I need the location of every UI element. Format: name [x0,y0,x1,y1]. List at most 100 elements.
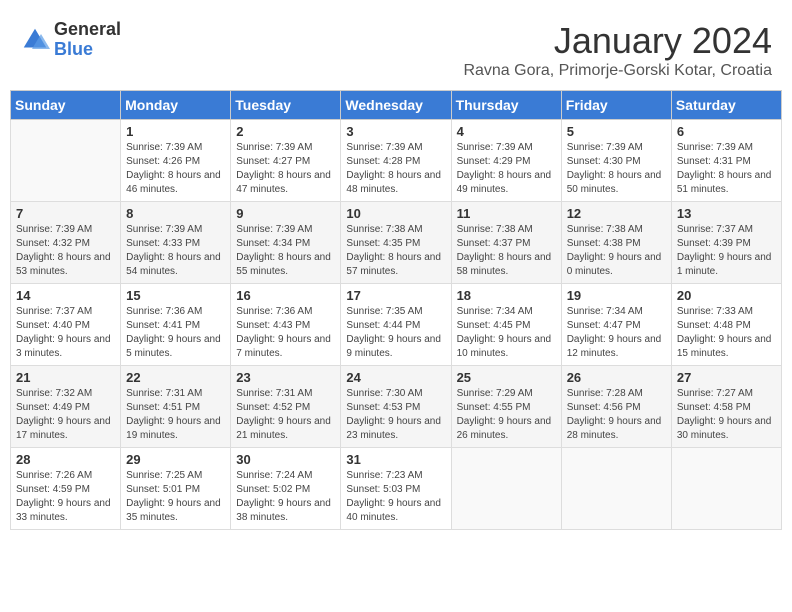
day-number: 28 [16,452,115,467]
weekday-header: Tuesday [231,91,341,120]
day-number: 24 [346,370,445,385]
calendar-cell [11,120,121,202]
day-info: Sunrise: 7:35 AMSunset: 4:44 PMDaylight:… [346,305,445,361]
calendar-cell: 12 Sunrise: 7:38 AMSunset: 4:38 PMDaylig… [561,202,671,284]
calendar-week-row: 28 Sunrise: 7:26 AMSunset: 4:59 PMDaylig… [11,448,782,530]
weekday-header: Monday [121,91,231,120]
calendar-cell: 2 Sunrise: 7:39 AMSunset: 4:27 PMDayligh… [231,120,341,202]
calendar-cell: 20 Sunrise: 7:33 AMSunset: 4:48 PMDaylig… [671,284,781,366]
day-info: Sunrise: 7:32 AMSunset: 4:49 PMDaylight:… [16,387,115,443]
day-info: Sunrise: 7:39 AMSunset: 4:33 PMDaylight:… [126,223,225,279]
calendar-cell: 27 Sunrise: 7:27 AMSunset: 4:58 PMDaylig… [671,366,781,448]
day-info: Sunrise: 7:38 AMSunset: 4:35 PMDaylight:… [346,223,445,279]
day-info: Sunrise: 7:27 AMSunset: 4:58 PMDaylight:… [677,387,776,443]
calendar-cell: 10 Sunrise: 7:38 AMSunset: 4:35 PMDaylig… [341,202,451,284]
location-title: Ravna Gora, Primorje-Gorski Kotar, Croat… [463,62,772,80]
day-info: Sunrise: 7:39 AMSunset: 4:26 PMDaylight:… [126,141,225,197]
day-info: Sunrise: 7:24 AMSunset: 5:02 PMDaylight:… [236,469,335,525]
calendar-cell: 1 Sunrise: 7:39 AMSunset: 4:26 PMDayligh… [121,120,231,202]
day-number: 23 [236,370,335,385]
day-number: 22 [126,370,225,385]
day-number: 20 [677,288,776,303]
weekday-header: Friday [561,91,671,120]
day-number: 1 [126,124,225,139]
calendar-cell [671,448,781,530]
logo-blue-text: Blue [54,40,121,60]
day-info: Sunrise: 7:36 AMSunset: 4:41 PMDaylight:… [126,305,225,361]
day-number: 18 [457,288,556,303]
day-number: 2 [236,124,335,139]
day-number: 30 [236,452,335,467]
calendar-week-row: 14 Sunrise: 7:37 AMSunset: 4:40 PMDaylig… [11,284,782,366]
calendar-cell: 3 Sunrise: 7:39 AMSunset: 4:28 PMDayligh… [341,120,451,202]
day-info: Sunrise: 7:39 AMSunset: 4:32 PMDaylight:… [16,223,115,279]
day-info: Sunrise: 7:25 AMSunset: 5:01 PMDaylight:… [126,469,225,525]
day-number: 10 [346,206,445,221]
calendar-cell: 21 Sunrise: 7:32 AMSunset: 4:49 PMDaylig… [11,366,121,448]
day-number: 25 [457,370,556,385]
calendar-cell: 15 Sunrise: 7:36 AMSunset: 4:41 PMDaylig… [121,284,231,366]
calendar-table: SundayMondayTuesdayWednesdayThursdayFrid… [10,90,782,530]
day-info: Sunrise: 7:36 AMSunset: 4:43 PMDaylight:… [236,305,335,361]
calendar-cell: 28 Sunrise: 7:26 AMSunset: 4:59 PMDaylig… [11,448,121,530]
day-number: 9 [236,206,335,221]
calendar-week-row: 1 Sunrise: 7:39 AMSunset: 4:26 PMDayligh… [11,120,782,202]
weekday-header: Wednesday [341,91,451,120]
day-info: Sunrise: 7:38 AMSunset: 4:37 PMDaylight:… [457,223,556,279]
calendar-cell: 19 Sunrise: 7:34 AMSunset: 4:47 PMDaylig… [561,284,671,366]
day-number: 12 [567,206,666,221]
calendar-cell: 26 Sunrise: 7:28 AMSunset: 4:56 PMDaylig… [561,366,671,448]
day-info: Sunrise: 7:37 AMSunset: 4:40 PMDaylight:… [16,305,115,361]
day-number: 3 [346,124,445,139]
calendar-week-row: 7 Sunrise: 7:39 AMSunset: 4:32 PMDayligh… [11,202,782,284]
calendar-cell: 16 Sunrise: 7:36 AMSunset: 4:43 PMDaylig… [231,284,341,366]
weekday-header: Sunday [11,91,121,120]
day-info: Sunrise: 7:34 AMSunset: 4:47 PMDaylight:… [567,305,666,361]
day-info: Sunrise: 7:34 AMSunset: 4:45 PMDaylight:… [457,305,556,361]
day-number: 17 [346,288,445,303]
day-number: 27 [677,370,776,385]
calendar-cell: 6 Sunrise: 7:39 AMSunset: 4:31 PMDayligh… [671,120,781,202]
calendar-cell: 30 Sunrise: 7:24 AMSunset: 5:02 PMDaylig… [231,448,341,530]
day-info: Sunrise: 7:38 AMSunset: 4:38 PMDaylight:… [567,223,666,279]
calendar-cell: 22 Sunrise: 7:31 AMSunset: 4:51 PMDaylig… [121,366,231,448]
day-info: Sunrise: 7:39 AMSunset: 4:27 PMDaylight:… [236,141,335,197]
calendar-cell [451,448,561,530]
day-info: Sunrise: 7:39 AMSunset: 4:29 PMDaylight:… [457,141,556,197]
day-number: 19 [567,288,666,303]
calendar-header-row: SundayMondayTuesdayWednesdayThursdayFrid… [11,91,782,120]
day-info: Sunrise: 7:39 AMSunset: 4:31 PMDaylight:… [677,141,776,197]
day-info: Sunrise: 7:31 AMSunset: 4:51 PMDaylight:… [126,387,225,443]
weekday-header: Thursday [451,91,561,120]
day-info: Sunrise: 7:28 AMSunset: 4:56 PMDaylight:… [567,387,666,443]
day-info: Sunrise: 7:30 AMSunset: 4:53 PMDaylight:… [346,387,445,443]
calendar-cell: 23 Sunrise: 7:31 AMSunset: 4:52 PMDaylig… [231,366,341,448]
logo-general-text: General [54,20,121,40]
day-info: Sunrise: 7:39 AMSunset: 4:28 PMDaylight:… [346,141,445,197]
day-info: Sunrise: 7:37 AMSunset: 4:39 PMDaylight:… [677,223,776,279]
logo: General Blue [20,20,121,60]
calendar-cell: 13 Sunrise: 7:37 AMSunset: 4:39 PMDaylig… [671,202,781,284]
calendar-cell: 17 Sunrise: 7:35 AMSunset: 4:44 PMDaylig… [341,284,451,366]
calendar-cell: 8 Sunrise: 7:39 AMSunset: 4:33 PMDayligh… [121,202,231,284]
day-info: Sunrise: 7:29 AMSunset: 4:55 PMDaylight:… [457,387,556,443]
calendar-cell: 24 Sunrise: 7:30 AMSunset: 4:53 PMDaylig… [341,366,451,448]
day-number: 14 [16,288,115,303]
day-info: Sunrise: 7:26 AMSunset: 4:59 PMDaylight:… [16,469,115,525]
day-number: 7 [16,206,115,221]
day-number: 21 [16,370,115,385]
day-number: 26 [567,370,666,385]
calendar-cell: 14 Sunrise: 7:37 AMSunset: 4:40 PMDaylig… [11,284,121,366]
weekday-header: Saturday [671,91,781,120]
day-number: 13 [677,206,776,221]
calendar-cell: 9 Sunrise: 7:39 AMSunset: 4:34 PMDayligh… [231,202,341,284]
page-header: General Blue January 2024 Ravna Gora, Pr… [10,10,782,85]
day-number: 8 [126,206,225,221]
day-number: 6 [677,124,776,139]
day-number: 15 [126,288,225,303]
day-number: 4 [457,124,556,139]
calendar-cell: 5 Sunrise: 7:39 AMSunset: 4:30 PMDayligh… [561,120,671,202]
calendar-cell: 29 Sunrise: 7:25 AMSunset: 5:01 PMDaylig… [121,448,231,530]
day-info: Sunrise: 7:23 AMSunset: 5:03 PMDaylight:… [346,469,445,525]
calendar-cell: 31 Sunrise: 7:23 AMSunset: 5:03 PMDaylig… [341,448,451,530]
